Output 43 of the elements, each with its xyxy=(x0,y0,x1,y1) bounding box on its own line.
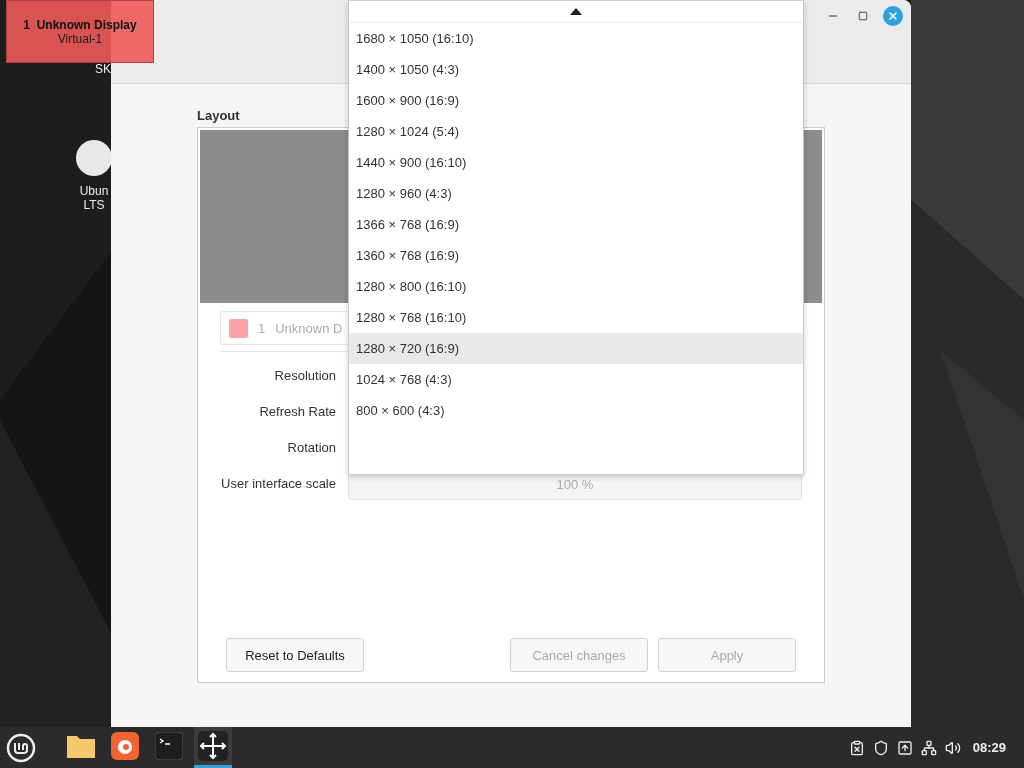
scroll-up-icon[interactable] xyxy=(570,8,582,15)
clipboard-icon[interactable] xyxy=(848,739,865,756)
shield-icon[interactable] xyxy=(872,739,889,756)
network-icon[interactable] xyxy=(920,739,937,756)
resolution-option[interactable]: 1440 × 900 (16:10) xyxy=(349,147,803,178)
resolution-option[interactable]: 1280 × 800 (16:10) xyxy=(349,271,803,302)
maximize-icon xyxy=(858,11,868,21)
reset-button[interactable]: Reset to Defaults xyxy=(226,638,364,672)
resolution-option[interactable]: 1680 × 1050 (16:10) xyxy=(349,23,803,54)
volume-icon[interactable] xyxy=(944,739,961,756)
setting-label: User interface scale xyxy=(221,476,336,492)
display-title: 1 Unknown Display xyxy=(23,17,137,32)
taskbar-app[interactable] xyxy=(194,727,232,768)
display-output: Virtual-1 xyxy=(57,31,103,46)
resolution-option[interactable]: 1280 × 960 (4:3) xyxy=(349,178,803,209)
resolution-option[interactable]: 1280 × 720 (16:9) xyxy=(349,333,803,364)
resolution-option[interactable]: 800 × 600 (4:3) xyxy=(349,395,803,426)
menu-logo-icon[interactable] xyxy=(6,732,36,763)
resolution-option[interactable]: 1600 × 900 (16:9) xyxy=(349,85,803,116)
setting-label: Rotation xyxy=(287,440,336,456)
display-name: Unknown D xyxy=(275,320,343,336)
resolution-option[interactable]: 1280 × 768 (16:10) xyxy=(349,302,803,333)
eject-icon[interactable] xyxy=(896,739,913,756)
resolution-option[interactable]: 1400 × 1050 (4:3) xyxy=(349,54,803,85)
resolution-option[interactable]: 1366 × 768 (16:9) xyxy=(349,209,803,240)
desktop-icon-label[interactable]: Ubun xyxy=(79,184,109,198)
close-icon xyxy=(887,10,899,22)
setting-label: Resolution xyxy=(274,368,336,384)
display-swatch xyxy=(229,318,248,338)
close-button[interactable] xyxy=(883,6,903,26)
folder-icon xyxy=(66,733,96,759)
section-title: Layout xyxy=(197,108,241,125)
terminal-icon xyxy=(155,732,183,760)
clock: 08:29 xyxy=(972,740,1006,755)
resolution-option[interactable]: 1360 × 768 (16:9) xyxy=(349,240,803,271)
resolution-option[interactable]: 1024 × 768 (4:3) xyxy=(349,364,803,395)
setting-label: Refresh Rate xyxy=(259,404,336,420)
desktop-icon-label[interactable]: LTS xyxy=(83,198,105,212)
desktop-icon-label[interactable]: SK xyxy=(95,62,111,76)
move-arrows-icon xyxy=(198,731,228,761)
browser-icon xyxy=(111,732,139,760)
resolution-option[interactable]: 1280 × 1024 (5:4) xyxy=(349,116,803,147)
display-number: 1 xyxy=(258,320,266,336)
